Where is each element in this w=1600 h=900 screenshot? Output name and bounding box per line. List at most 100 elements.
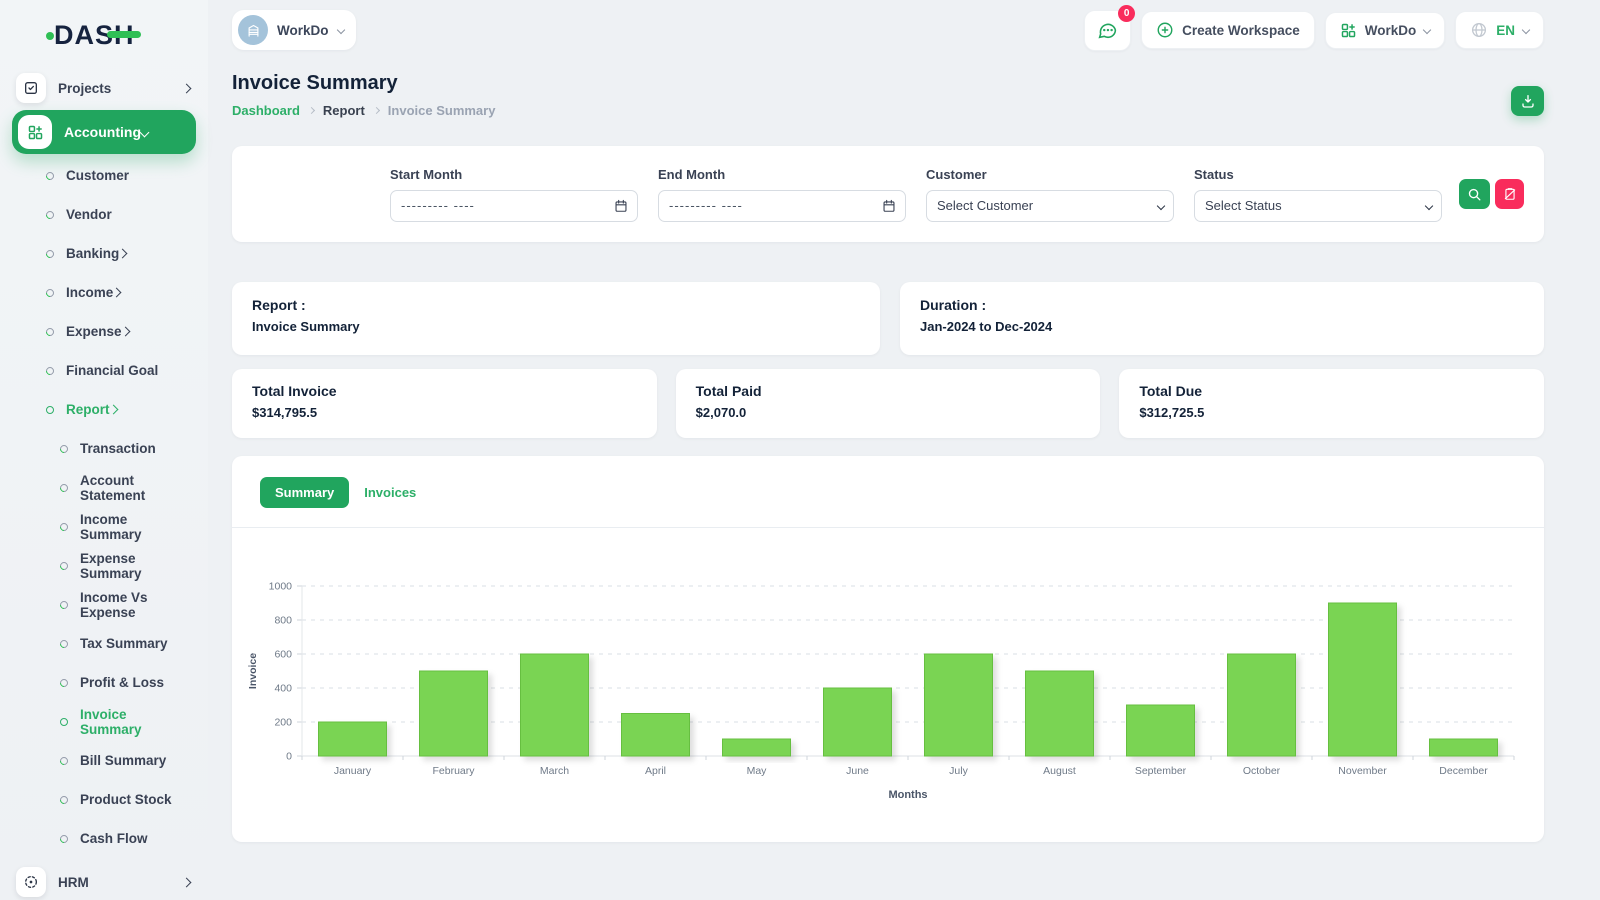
chevron-right-icon: [181, 83, 192, 93]
duration-label: Duration :: [920, 297, 987, 313]
sidebar-item-transaction[interactable]: Transaction: [0, 429, 208, 468]
bullet-icon: [58, 832, 70, 845]
breadcrumb-separator-icon: [307, 106, 315, 115]
sidebar-item-income-summary[interactable]: Income Summary: [0, 507, 208, 546]
svg-text:1000: 1000: [269, 581, 293, 593]
sidebar-item-label: Invoice Summary: [80, 706, 142, 737]
workspace-switcher-label: WorkDo: [1364, 22, 1417, 38]
svg-text:January: January: [334, 765, 372, 777]
duration-value: Jan-2024 to Dec-2024: [920, 319, 1053, 334]
sidebar-item-label: Transaction: [80, 441, 156, 456]
language-selector[interactable]: EN: [1455, 11, 1544, 49]
create-workspace-label: Create Workspace: [1182, 22, 1300, 38]
apply-filter-button[interactable]: [1459, 179, 1490, 209]
chart-card: Summary Invoices 0 200 400 600 800 1000 Januar…: [232, 456, 1544, 842]
sidebar-item-bill-summary[interactable]: Bill Summary: [0, 741, 208, 780]
chevron-down-icon: [1521, 25, 1531, 35]
calendar-icon: [882, 199, 896, 213]
svg-text:Invoice: Invoice: [247, 653, 259, 689]
end-month-value[interactable]: [669, 198, 895, 213]
breadcrumb-dashboard[interactable]: Dashboard: [232, 103, 300, 118]
clear-filter-button[interactable]: [1495, 179, 1524, 209]
messages-button[interactable]: 0: [1084, 4, 1136, 51]
chart-tabs: Summary Invoices: [232, 456, 1544, 527]
page-header: Invoice Summary Dashboard Report Invoice…: [232, 72, 1544, 118]
bullet-icon: [44, 364, 56, 377]
end-month-input[interactable]: [658, 189, 906, 222]
sidebar-item-product-stock[interactable]: Product Stock: [0, 780, 208, 819]
bullet-icon: [58, 754, 70, 767]
sidebar-item-label: Income: [66, 285, 114, 300]
sidebar-item-expense-summary[interactable]: Expense Summary: [0, 546, 208, 585]
breadcrumb-separator-icon: [372, 106, 380, 115]
language-label: EN: [1496, 22, 1515, 38]
sidebar-item-label: Income Vs Expense: [80, 589, 148, 620]
report-value: Invoice Summary: [252, 319, 360, 334]
end-month-field: End Month: [658, 167, 906, 222]
download-button[interactable]: [1511, 86, 1544, 116]
sidebar-item-label: Report: [66, 402, 110, 417]
sidebar-item-accounting[interactable]: Accounting: [12, 110, 196, 154]
logo-dot-icon: [46, 32, 54, 40]
sidebar-item-label: Accounting: [64, 124, 141, 140]
sidebar-item-label: Product Stock: [80, 792, 172, 807]
sidebar-item-projects[interactable]: Projects: [0, 68, 208, 108]
chevron-down-icon: [1422, 25, 1432, 35]
start-month-input[interactable]: [390, 189, 638, 222]
svg-text:October: October: [1243, 765, 1281, 777]
status-select[interactable]: Select Status: [1194, 189, 1442, 222]
sidebar-item-invoice-summary[interactable]: Invoice Summary: [0, 702, 208, 741]
sidebar-item-financial-goal[interactable]: Financial Goal: [0, 351, 208, 390]
svg-text:December: December: [1439, 765, 1488, 777]
bullet-icon: [58, 481, 70, 494]
customer-selected-value: Select Customer: [937, 198, 1034, 213]
breadcrumb-report[interactable]: Report: [323, 103, 365, 118]
tab-invoices[interactable]: Invoices: [364, 485, 416, 500]
sidebar-item-label: Profit & Loss: [80, 675, 165, 690]
sidebar-item-cash-flow[interactable]: Cash Flow: [0, 819, 208, 858]
sidebar-item-label: Account Statement: [80, 472, 146, 503]
start-month-field: Start Month: [390, 167, 638, 222]
sidebar-item-label: HRM: [58, 874, 89, 890]
dash-logo: DASH: [46, 18, 208, 52]
chevron-down-icon: [336, 25, 345, 35]
end-month-label: End Month: [658, 166, 726, 182]
sidebar-item-label: Financial Goal: [66, 363, 159, 378]
workspace-grid-icon: [1341, 23, 1355, 37]
sidebar-item-report[interactable]: Report: [0, 390, 208, 429]
sidebar-item-customer[interactable]: Customer: [0, 156, 208, 195]
sidebar-item-profit-loss[interactable]: Profit & Loss: [0, 663, 208, 702]
sidebar: DASH Projects Accounting Customer Vendor…: [0, 0, 208, 900]
search-icon: [1468, 188, 1481, 200]
chevron-right-icon: [111, 287, 122, 298]
sidebar-item-label: Expense: [66, 324, 122, 339]
sidebar-item-banking[interactable]: Banking: [0, 234, 208, 273]
workspace-name: WorkDo: [277, 22, 329, 38]
workspace-pill[interactable]: WorkDo: [232, 10, 356, 50]
projects-checkbox-icon: [16, 73, 46, 103]
create-workspace-button[interactable]: Create Workspace: [1141, 11, 1315, 49]
sidebar-item-hrm[interactable]: HRM: [0, 862, 208, 900]
customer-label: Customer: [926, 166, 987, 182]
bullet-icon: [44, 325, 56, 338]
total-due-value: $312,725.5: [1139, 405, 1205, 420]
tab-summary[interactable]: Summary: [260, 477, 350, 508]
sidebar-item-tax-summary[interactable]: Tax Summary: [0, 624, 208, 663]
customer-select[interactable]: Select Customer: [926, 189, 1174, 222]
total-due-label: Total Due: [1139, 383, 1203, 399]
workspace-switcher[interactable]: WorkDo: [1324, 11, 1446, 49]
page-title: Invoice Summary: [232, 72, 398, 94]
breadcrumb: Dashboard Report Invoice Summary: [232, 103, 495, 118]
sidebar-item-income[interactable]: Income: [0, 273, 208, 312]
sidebar-item-income-vs-expense[interactable]: Income Vs Expense: [0, 585, 208, 624]
report-info-card: Report : Invoice Summary: [232, 282, 880, 355]
sidebar-item-expense[interactable]: Expense: [0, 312, 208, 351]
invoice-bar-chart: 0 200 400 600 800 1000 January February March Apr…: [232, 528, 1544, 811]
sidebar-item-label: Vendor: [66, 207, 112, 222]
svg-text:February: February: [432, 765, 475, 777]
sidebar-item-account-statement[interactable]: Account Statement: [0, 468, 208, 507]
total-paid-card: Total Paid $2,070.0: [675, 369, 1101, 438]
sidebar-item-vendor[interactable]: Vendor: [0, 195, 208, 234]
svg-text:August: August: [1043, 765, 1076, 777]
start-month-value[interactable]: [401, 198, 627, 213]
